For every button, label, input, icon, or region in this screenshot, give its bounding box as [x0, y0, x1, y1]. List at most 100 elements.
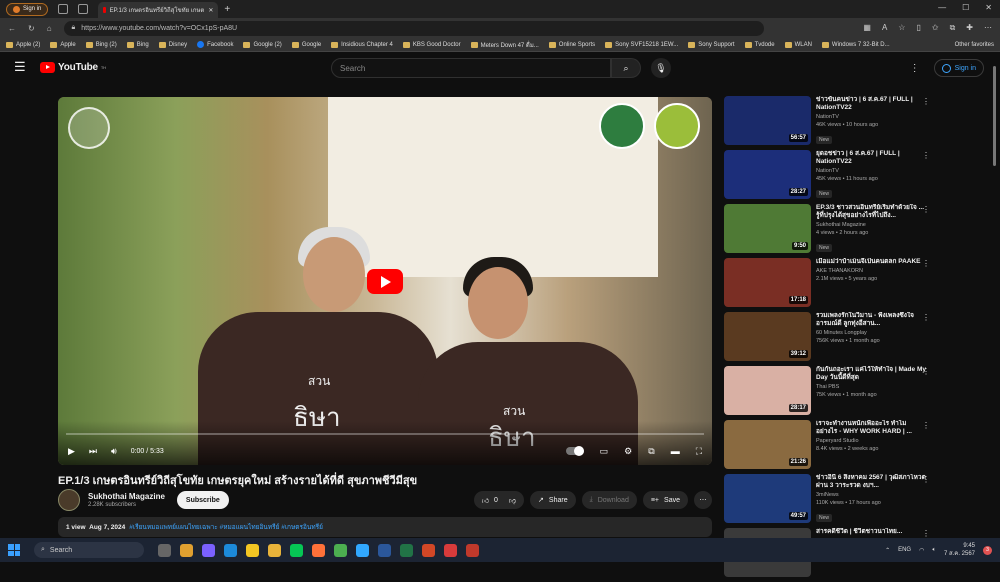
close-window-icon[interactable]: ✕ [985, 3, 992, 12]
scrollbar-thumb[interactable] [993, 66, 996, 166]
recommendation-channel[interactable]: 60 Minutes Longplay [816, 330, 926, 336]
recommendation-channel[interactable]: NationTV [816, 114, 926, 120]
windows-start-icon[interactable] [8, 544, 20, 556]
description-box[interactable]: 1 view Aug 7, 2024 #เรียนหมอแพทย์แผนไทยเฉ… [58, 517, 712, 537]
powerpoint-icon[interactable] [422, 543, 435, 557]
bookmark-item[interactable]: Meters Down 47 ดื่ม... [470, 40, 539, 50]
new-tab-button[interactable]: + [224, 4, 230, 15]
language-indicator[interactable]: ENG [898, 547, 911, 553]
recommendation-title[interactable]: ยุดอชข่าว | 6 ส.ค.67 | FULL | NationTV22 [816, 150, 926, 166]
menu-icon[interactable]: ☰ [14, 59, 34, 75]
recommendation-menu-icon[interactable]: ⋮ [922, 475, 930, 484]
bookmark-item[interactable]: Insidious Chapter 4 [331, 41, 393, 48]
bookmark-item[interactable]: Facebook [197, 41, 233, 48]
captions-icon[interactable]: ▭ [600, 446, 609, 457]
close-tab-icon[interactable]: ✕ [208, 7, 213, 14]
youtube-logo[interactable]: YouTube TH [40, 61, 106, 73]
recommendation-channel[interactable]: 3miNews [816, 492, 926, 498]
bookmark-item[interactable]: Apple (2) [6, 41, 40, 48]
recommendation-channel[interactable]: Thai PBS [816, 384, 926, 390]
large-play-button[interactable] [367, 269, 403, 294]
channel-avatar[interactable] [58, 489, 80, 511]
recommendation-title[interactable]: ข่าวอินี่ 6 สิงหาคม 2567 | วุฒิสภาโหวตผ่… [816, 474, 926, 490]
bookmark-item[interactable]: Bing [126, 41, 149, 48]
download-button[interactable]: ⤓ Download [581, 491, 637, 509]
volume-icon[interactable]: 🔊︎ [111, 446, 117, 457]
recommendation-thumbnail[interactable]: 21:26 [724, 420, 811, 469]
chat-icon[interactable] [202, 543, 215, 557]
widgets-icon[interactable] [180, 543, 193, 557]
notification-badge[interactable]: 3 [983, 545, 992, 555]
apps-icon[interactable]: ▦ [863, 23, 871, 33]
recommendation-thumbnail[interactable]: 9:50 [724, 204, 811, 253]
voice-search-button[interactable]: 🎙︎ [651, 58, 671, 78]
save-button[interactable]: ≡+ Save [642, 491, 688, 509]
recommendation-thumbnail[interactable]: 28:17 [724, 366, 811, 415]
chrome-icon[interactable] [334, 543, 347, 557]
thumbs-down-icon[interactable]: 👎︎ [509, 496, 516, 505]
recommendation-menu-icon[interactable]: ⋮ [922, 97, 930, 106]
pdf-icon[interactable] [466, 543, 479, 557]
recommendation-channel[interactable]: Paperyard Studio [816, 438, 926, 444]
browser-tab-active[interactable]: EP.1/3 เกษตรอินทรีย์วิถีสุโขทัย เกษต ✕ [98, 2, 219, 18]
recommendation-item[interactable]: 28:17 กันกันถอะเรา แค่ไว้ให้ทำใจ | Made M… [724, 366, 944, 420]
recommendation-title[interactable]: สารคดีชีวิต | ชีวิตชาวนาไทย... [816, 528, 926, 536]
recommendation-title[interactable]: เมื่อแม่ว่าบ้าเม็นจีเป็นคนตลก PAAKE [816, 258, 926, 266]
recommendation-menu-icon[interactable]: ⋮ [922, 421, 930, 430]
wifi-icon[interactable]: ◠ [919, 547, 924, 554]
sticky-notes-icon[interactable] [246, 543, 259, 557]
bookmark-item[interactable]: Bing (2) [85, 41, 117, 48]
recommendation-menu-icon[interactable]: ⋮ [922, 205, 930, 214]
subscribe-button[interactable]: Subscribe [176, 491, 229, 509]
other-favorites[interactable]: Other favorites [955, 42, 994, 48]
search-input[interactable]: Search [331, 58, 611, 78]
bookmark-item[interactable]: Disney [158, 41, 187, 48]
address-bar[interactable]: 🔒︎ https://www.youtube.com/watch?v=OCx1pS… [63, 20, 764, 36]
share-button[interactable]: ↗ Share [530, 491, 576, 509]
recommendation-title[interactable]: EP.3/3 ชาวสวนอินทรีย์เริ่มทำด้วยใจ ... ร… [816, 204, 926, 220]
recommendation-title[interactable]: ข่าวข้นคนข่าว | 6 ส.ค.67 | FULL | Nation… [816, 96, 926, 112]
recommendation-menu-icon[interactable]: ⋮ [922, 529, 930, 538]
recommendation-title[interactable]: รวมเพลงรักในวิมาน - ฟังเพลงซึ้งใจ อารมณ์… [816, 312, 926, 328]
home-icon[interactable]: ⌂ [47, 24, 52, 33]
read-aloud-icon[interactable]: A [882, 23, 887, 33]
recommendation-thumbnail[interactable]: 49:57 [724, 474, 811, 523]
hashtags[interactable]: #เรียนหมอแพทย์แผนไทยเฉพาะ #หมอแผนไทยอินท… [129, 524, 323, 531]
recommendation-menu-icon[interactable]: ⋮ [922, 313, 930, 322]
word-icon[interactable] [378, 543, 391, 557]
maximize-icon[interactable]: ☐ [962, 3, 969, 12]
recommendation-item[interactable]: 39:12 รวมเพลงรักในวิมาน - ฟังเพลงซึ้งใจ อ… [724, 312, 944, 366]
recommendation-thumbnail[interactable]: 28:27 [724, 150, 811, 199]
bookmark-item[interactable]: Sony SVF15218 1EW... [605, 41, 678, 48]
bookmark-item[interactable]: Windows 7 32-Bit D... [821, 41, 890, 48]
bookmark-item[interactable]: Tvdode [744, 41, 775, 48]
recommendation-item[interactable]: 56:57 ข่าวข้นคนข่าว | 6 ส.ค.67 | FULL | N… [724, 96, 944, 150]
recommendation-menu-icon[interactable]: ⋮ [922, 367, 930, 376]
excel-icon[interactable] [400, 543, 413, 557]
firefox-icon[interactable] [312, 543, 325, 557]
file-explorer-icon[interactable] [268, 543, 281, 557]
settings-menu-icon[interactable]: ⋯ [984, 23, 992, 33]
recommendation-thumbnail[interactable]: 17:18 [724, 258, 811, 307]
more-actions-button[interactable]: ⋯ [694, 491, 712, 509]
next-icon[interactable]: ⏭ [89, 446, 97, 457]
line-icon[interactable] [290, 543, 303, 557]
theater-mode-icon[interactable]: ▬ [671, 446, 680, 456]
recommendation-title[interactable]: กันกันถอะเรา แค่ไว้ให้ทำใจ | Made My Day… [816, 366, 926, 382]
refresh-icon[interactable]: ↻ [28, 24, 35, 33]
recommendation-channel[interactable]: Sukhothai Magazine [816, 222, 926, 228]
recommendation-item[interactable]: 21:26 เราจะทำงานหนักเพื่ออะไร ทำไมอย่างไร… [724, 420, 944, 474]
settings-gear-icon[interactable]: ⚙ [624, 446, 632, 457]
favorites-icon[interactable]: ✩ [932, 23, 939, 33]
split-screen-icon[interactable]: ▯ [916, 23, 920, 33]
photoshop-icon[interactable] [356, 543, 369, 557]
recommendation-item[interactable]: 49:57 ข่าวอินี่ 6 สิงหาคม 2567 | วุฒิสภาโ… [724, 474, 944, 528]
recommendation-channel[interactable]: NationTV [816, 168, 926, 174]
play-icon[interactable]: ▶ [68, 446, 75, 457]
browser-signin-button[interactable]: Sign in [6, 2, 49, 16]
clock[interactable]: 9:45 7 ส.ค. 2567 [944, 542, 975, 558]
recommendation-menu-icon[interactable]: ⋮ [922, 151, 930, 160]
bookmark-item[interactable]: Sony Support [688, 41, 735, 48]
edge-icon[interactable] [224, 543, 237, 557]
search-button[interactable]: ⌕ [611, 58, 641, 78]
